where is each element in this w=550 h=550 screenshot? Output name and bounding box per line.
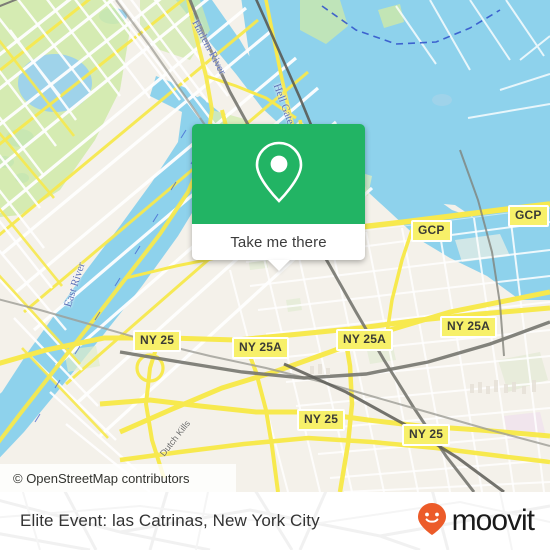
map-pin-icon [253, 140, 305, 209]
moovit-location-card: Harlem River Hell Gate East River Dutch … [0, 0, 550, 550]
map-canvas[interactable]: Harlem River Hell Gate East River Dutch … [0, 0, 550, 492]
road-shield-ny25-2[interactable]: NY 25 [297, 409, 346, 431]
callout-header [192, 124, 365, 224]
footer-title-text: Elite Event: las Catrinas, New York City [20, 511, 320, 530]
road-shield-ny25-3[interactable]: NY 25 [402, 424, 451, 446]
page-title: Elite Event: las Catrinas, New York City [20, 492, 320, 550]
callout-footer[interactable]: Take me there [192, 224, 365, 271]
road-shield-ny25a-1[interactable]: NY 25A [232, 337, 290, 359]
road-shield-ny25-1[interactable]: NY 25 [133, 330, 182, 352]
road-shield-gcp-1[interactable]: GCP [411, 220, 452, 242]
moovit-wordmark: moovit [451, 504, 535, 537]
callout-tail-pointer [267, 260, 290, 271]
road-shield-gcp-2[interactable]: GCP [508, 205, 549, 227]
moovit-smiley-pin-icon [417, 502, 447, 541]
road-shield-ny25a-2[interactable]: NY 25A [336, 329, 394, 351]
attribution-text: © OpenStreetMap contributors [13, 470, 190, 486]
road-shield-ny25a-3[interactable]: NY 25A [440, 316, 498, 338]
moovit-brand[interactable]: moovit [417, 492, 535, 550]
map-attribution[interactable]: © OpenStreetMap contributors [0, 464, 236, 492]
location-callout-card[interactable]: Take me there [192, 124, 365, 271]
footer-bar: Elite Event: las Catrinas, New York City… [0, 492, 550, 550]
take-me-there-label: Take me there [230, 233, 327, 251]
